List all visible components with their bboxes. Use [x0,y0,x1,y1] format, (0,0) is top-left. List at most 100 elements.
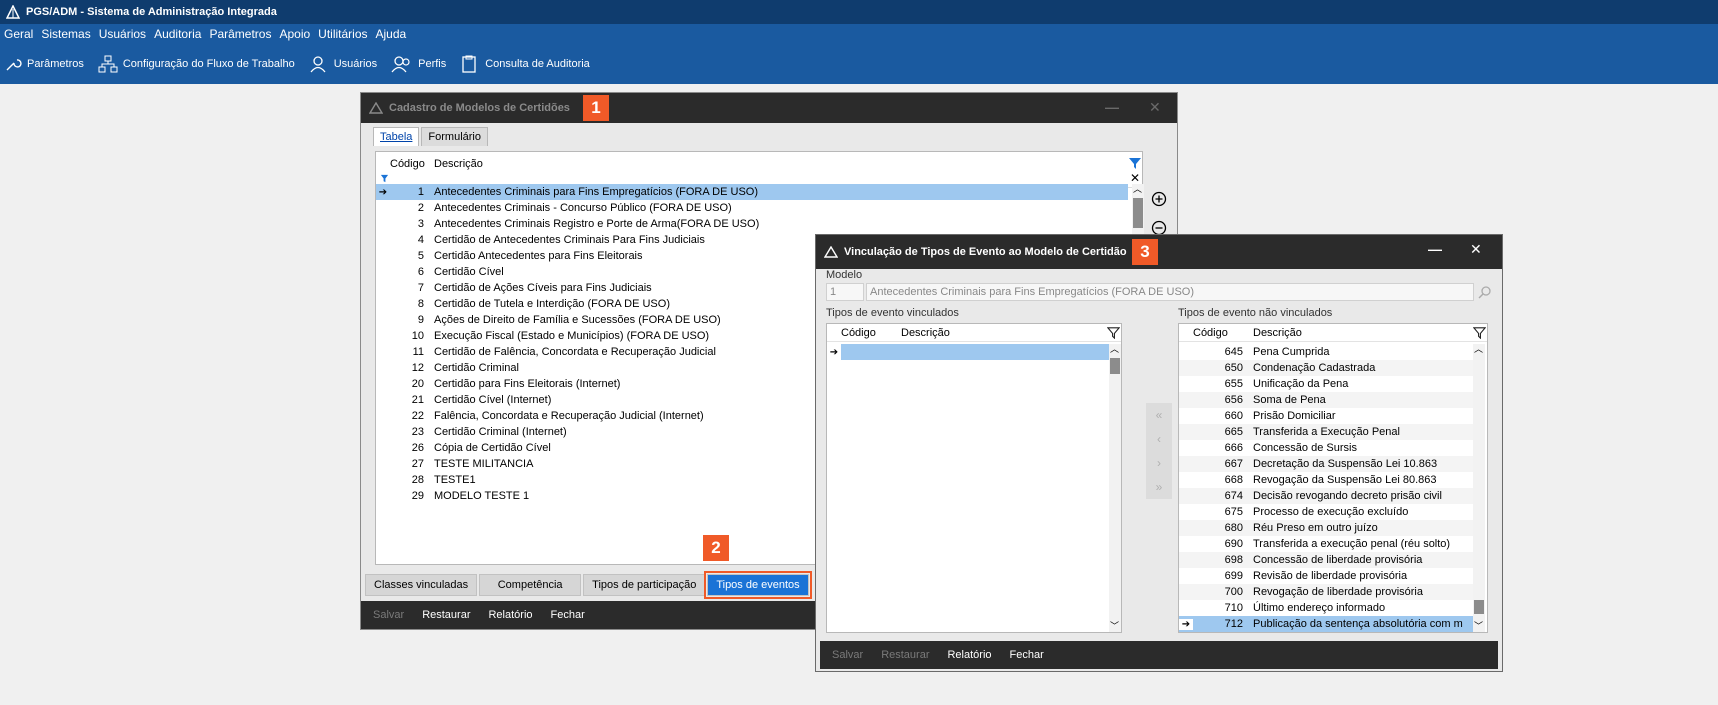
menu-auditoria[interactable]: Auditoria [154,27,201,41]
scroll-thumb[interactable] [1110,358,1120,374]
fechar-button[interactable]: Fechar [1010,649,1044,661]
unlinked-label: Tipos de evento não vinculados [1178,307,1333,319]
toolbar-auditoria-button[interactable]: Consulta de Auditoria [460,55,590,73]
scroll-thumb[interactable] [1133,198,1143,228]
scroll-up-icon[interactable]: ︿ [1110,342,1119,355]
move-right-icon[interactable]: › [1157,456,1161,470]
unlinked-scrollbar[interactable]: ︿ ﹀ [1473,344,1485,632]
column-header-codigo[interactable]: Código [390,158,425,170]
toolbar-perfis-button[interactable]: Perfis [391,55,446,73]
salvar-button[interactable]: Salvar [373,609,404,621]
row-code: 4 [417,234,424,246]
list-item[interactable]: ➔ 712 Publicação da sentença absolutória c… [1179,616,1473,632]
scroll-up-icon[interactable]: ︿ [1474,342,1483,355]
linked-scrollbar[interactable]: ︿ ﹀ [1109,344,1121,632]
filter-icon[interactable] [1107,326,1120,339]
list-item[interactable]: 674 Decisão revogando decreto prisão civi… [1179,488,1473,504]
table-row[interactable]: 2 Antecedentes Criminais - Concurso Públi… [376,200,1128,216]
minimize-icon[interactable]: — [1105,99,1119,115]
window1-tabs: Tabela Formulário [373,127,490,146]
relatorio-button[interactable]: Relatório [947,649,991,661]
menu-apoio[interactable]: Apoio [279,27,310,41]
search-icon[interactable] [1478,285,1492,299]
filter-active-icon[interactable] [1128,156,1142,170]
relatorio-button[interactable]: Relatório [488,609,532,621]
window3-title: Vinculação de Tipos de Evento ao Modelo … [844,246,1127,258]
column-header-codigo[interactable]: Código [1193,327,1228,339]
minimize-icon[interactable]: — [1428,241,1442,257]
move-left-icon[interactable]: ‹ [1157,432,1161,446]
list-item[interactable]: ➔ [827,344,1109,360]
move-all-right-icon[interactable]: » [1156,480,1163,494]
scroll-up-icon[interactable]: ︿ [1133,182,1142,195]
list-item[interactable]: 699 Revisão de liberdade provisória [1179,568,1473,584]
list-item[interactable]: 675 Processo de execução excluído [1179,504,1473,520]
toolbar-usuarios-button[interactable]: Usuários [309,55,377,73]
list-item[interactable]: 665 Transferida a Execução Penal [1179,424,1473,440]
row-desc: Certidão de Antecedentes Criminais Para … [434,234,705,246]
scroll-thumb[interactable] [1474,600,1484,614]
list-item[interactable]: 666 Concessão de Sursis [1179,440,1473,456]
menu-geral[interactable]: Geral [4,27,33,41]
list-item[interactable]: 700 Revogação de liberdade provisória [1179,584,1473,600]
filter-icon[interactable] [1473,326,1486,339]
classes-vinculadas-button[interactable]: Classes vinculadas [365,574,478,596]
list-item[interactable]: 656 Soma de Pena [1179,392,1473,408]
list-item[interactable]: 698 Concessão de liberdade provisória [1179,552,1473,568]
salvar-button[interactable]: Salvar [832,649,863,661]
list-item[interactable]: 650 Condenação Cadastrada [1179,360,1473,376]
toolbar-auditoria-label: Consulta de Auditoria [485,58,590,70]
fechar-button[interactable]: Fechar [551,609,585,621]
bottom-tabs: Classes vinculadas Competência Tipos de … [365,571,812,599]
list-item[interactable]: 645 Pena Cumprida [1179,344,1473,360]
row-code: 21 [411,394,424,406]
restaurar-button[interactable]: Restaurar [422,609,470,621]
list-item[interactable]: 668 Revogação da Suspensão Lei 80.863 [1179,472,1473,488]
menu-sistemas[interactable]: Sistemas [41,27,90,41]
table-row[interactable]: ➔ 1 Antecedentes Criminais para Fins Empre… [376,184,1128,200]
menu-ajuda[interactable]: Ajuda [376,27,407,41]
menu-parametros[interactable]: Parâmetros [209,27,271,41]
tipos-eventos-button[interactable]: Tipos de eventos [704,571,812,599]
row-desc: TESTE MILITANCIA [434,458,534,470]
list-item[interactable]: 690 Transferida a execução penal (réu sol… [1179,536,1473,552]
move-all-left-icon[interactable]: « [1156,408,1163,422]
row-code: 7 [417,282,424,294]
restaurar-button[interactable]: Restaurar [881,649,929,661]
row-desc: Certidão Cível (Internet) [434,394,552,406]
column-header-codigo[interactable]: Código [841,327,876,339]
row-desc: Falência, Concordata e Recuperação Judic… [434,410,704,422]
row-code: 9 [417,314,424,326]
list-item[interactable]: 710 Último endereço informado [1179,600,1473,616]
tab-formulario[interactable]: Formulário [421,127,488,146]
modelo-code-field[interactable]: 1 [826,283,864,301]
column-header-descricao[interactable]: Descrição [901,327,950,339]
row-code: 22 [411,410,424,422]
list-item[interactable]: 680 Réu Preso em outro juízo [1179,520,1473,536]
row-desc: Certidão Cível [434,266,504,278]
competencia-button[interactable]: Competência [479,574,582,596]
app-title: PGS/ADM - Sistema de Administração Integ… [26,6,277,18]
tab-tabela[interactable]: Tabela [373,127,420,146]
toolbar-usuarios-label: Usuários [333,58,378,70]
window3-actionbar: Salvar Restaurar Relatório Fechar [820,641,1498,669]
modelo-desc-field[interactable]: Antecedentes Criminais para Fins Emprega… [866,283,1474,301]
scroll-down-icon[interactable]: ﹀ [1474,619,1483,632]
toolbar-parametros-button[interactable]: Parâmetros [4,55,84,73]
toolbar-fluxo-button[interactable]: Configuração do Fluxo de Trabalho [98,55,295,73]
menu-usuarios[interactable]: Usuários [99,27,146,41]
column-header-descricao[interactable]: Descrição [434,158,483,170]
close-icon[interactable]: ✕ [1149,99,1161,116]
tipos-participacao-button[interactable]: Tipos de participação [583,574,706,596]
row-desc: Execução Fiscal (Estado e Municípios) (F… [434,330,710,342]
add-icon[interactable] [1151,191,1167,207]
column-header-descricao[interactable]: Descrição [1253,327,1302,339]
menu-utilitarios[interactable]: Utilitários [318,27,367,41]
list-item[interactable]: 667 Decretação da Suspensão Lei 10.863 [1179,456,1473,472]
close-icon[interactable]: ✕ [1470,241,1482,258]
table-row[interactable]: 3 Antecedentes Criminais Registro e Porte… [376,216,1128,232]
list-item[interactable]: 655 Unificação da Pena [1179,376,1473,392]
scroll-down-icon[interactable]: ﹀ [1110,619,1119,632]
row-code: 12 [411,362,424,374]
list-item[interactable]: 660 Prisão Domiciliar [1179,408,1473,424]
